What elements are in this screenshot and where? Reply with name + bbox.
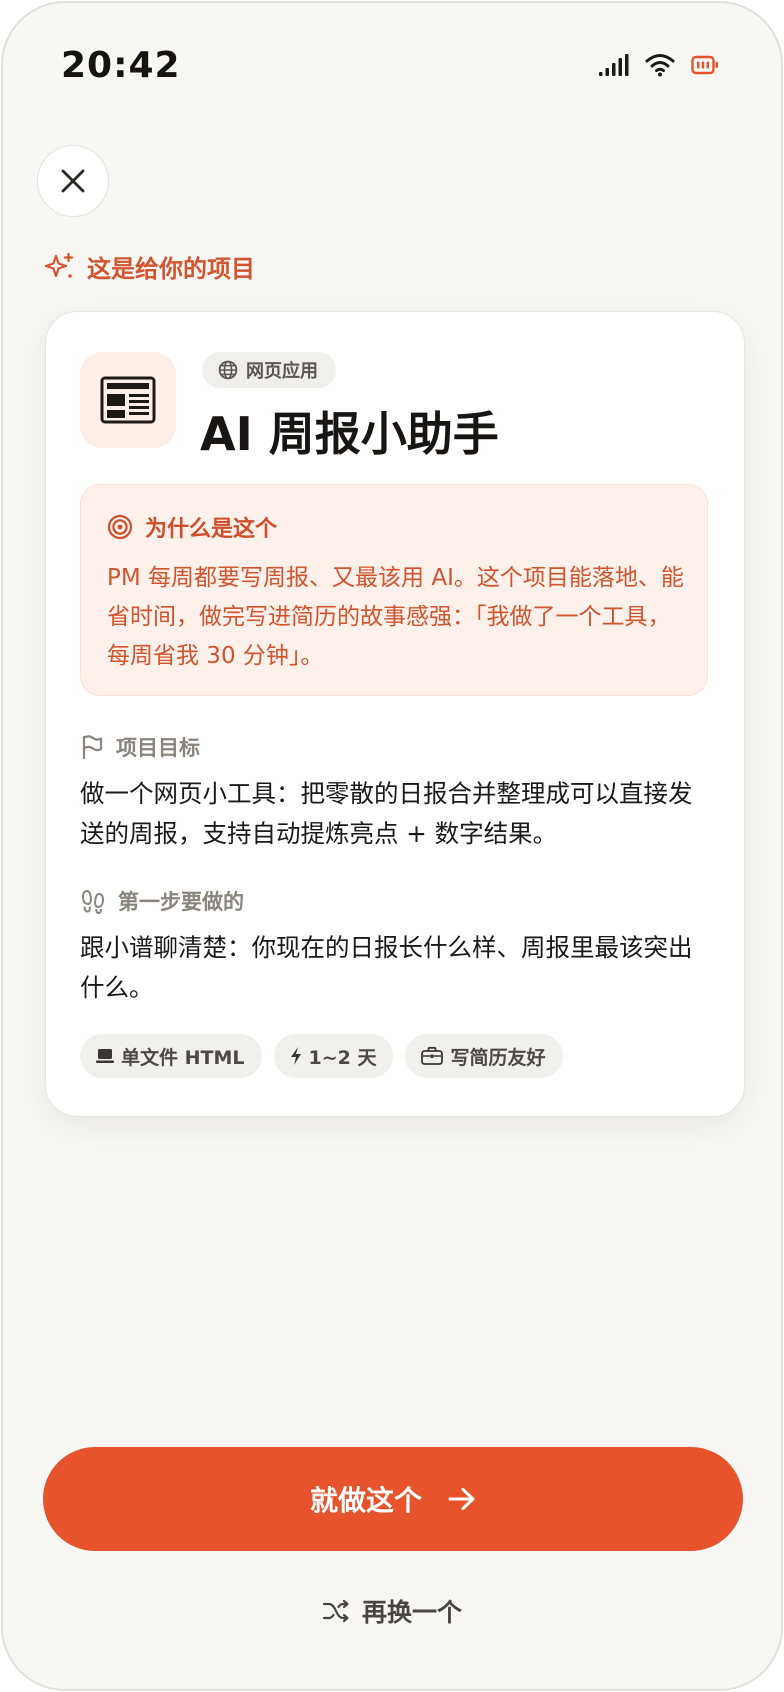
reason-heading: 为什么是这个 (107, 511, 277, 543)
phone-screen: 20:42 这是给你的项目 网页应用 AI 周报小助手 为什么是这个 PM 每周… (1, 1, 783, 1691)
project-card: 网页应用 AI 周报小助手 为什么是这个 PM 每周都要写周报、又最该用 AI。… (45, 311, 745, 1117)
intro-label: 这是给你的项目 (45, 249, 255, 284)
footprints-icon (80, 888, 106, 914)
newspaper-icon (100, 376, 156, 424)
shuffle-project-button[interactable]: 再换一个 (3, 1593, 781, 1629)
project-type-badge: 网页应用 (202, 352, 336, 388)
cellular-signal-icon (599, 54, 629, 76)
close-button[interactable] (37, 145, 109, 217)
project-tags: 单文件 HTML 1~2 天 写简历友好 (80, 1034, 563, 1078)
status-bar: 20:42 (3, 3, 781, 123)
battery-low-icon (691, 55, 719, 75)
status-time: 20:42 (61, 45, 181, 86)
project-thumbnail (80, 352, 176, 448)
reason-text: PM 每周都要写周报、又最该用 AI。这个项目能落地、能省时间，做完写进简历的故… (107, 565, 684, 669)
status-icons (599, 53, 719, 77)
first-step-text: 跟小谱聊清楚：你现在的日报长什么样、周报里最该突出什么。 (80, 933, 693, 1002)
reason-box: 为什么是这个 PM 每周都要写周报、又最该用 AI。这个项目能落地、能省时间，做… (80, 484, 708, 696)
shuffle-icon (322, 1599, 350, 1623)
confirm-project-label: 就做这个 (309, 1484, 422, 1517)
sparkle-icon (45, 252, 75, 282)
tag-label: 写简历友好 (450, 1046, 546, 1069)
tag-label: 单文件 HTML (121, 1046, 245, 1069)
tag-single-file-html: 单文件 HTML (80, 1034, 262, 1078)
first-step-heading-text: 第一步要做的 (118, 890, 244, 914)
globe-icon (218, 360, 238, 380)
tag-label: 1~2 天 (308, 1046, 377, 1069)
tag-resume-friendly: 写简历友好 (405, 1034, 563, 1078)
shuffle-project-label: 再换一个 (361, 1598, 462, 1627)
laptop-icon (95, 1047, 115, 1065)
briefcase-icon (420, 1046, 444, 1066)
close-icon (60, 168, 86, 194)
goal-heading: 项目目标 (80, 732, 200, 762)
goal-text: 做一个网页小工具：把零散的日报合并整理成可以直接发送的周报，支持自动提炼亮点 +… (80, 779, 693, 848)
intro-text: 这是给你的项目 (87, 255, 255, 283)
project-type-label: 网页应用 (246, 361, 318, 382)
arrow-right-icon (448, 1487, 476, 1511)
goal-heading-text: 项目目标 (116, 736, 200, 760)
tag-duration: 1~2 天 (273, 1034, 394, 1078)
flag-icon (80, 734, 104, 760)
first-step-heading: 第一步要做的 (80, 886, 244, 916)
lightning-icon (289, 1046, 303, 1066)
reason-heading-text: 为什么是这个 (145, 517, 278, 542)
wifi-icon (645, 53, 675, 77)
target-icon (107, 514, 133, 540)
confirm-project-button[interactable]: 就做这个 (43, 1447, 743, 1551)
project-title: AI 周报小助手 (200, 407, 499, 461)
